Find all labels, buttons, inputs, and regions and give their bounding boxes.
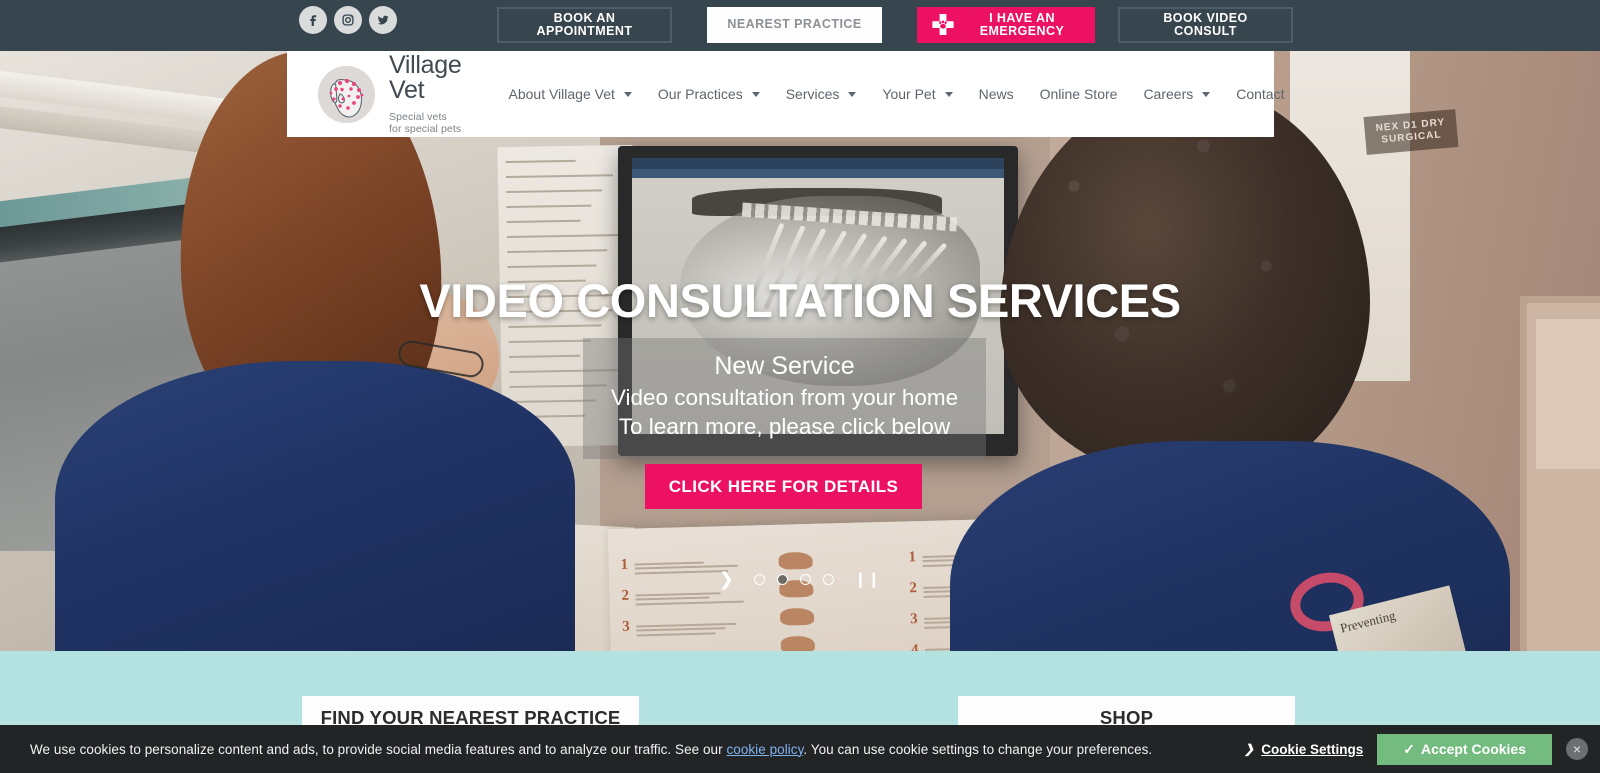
nav-label: Careers (1143, 86, 1194, 102)
slider-pause-icon[interactable]: ❙❙ (854, 570, 881, 588)
hero-cta-button[interactable]: CLICK HERE FOR DETAILS (645, 464, 922, 509)
hero-background-photo: NEX D1 DRY SURGICAL 1 2 3 1 2 3 4 Preven… (0, 51, 1600, 651)
main-navigation: About Village Vet Our Practices Services… (509, 86, 1285, 102)
nav-item-your-pet[interactable]: Your Pet (882, 86, 953, 102)
nav-item-services[interactable]: Services (786, 86, 857, 102)
slider-next-arrow-icon[interactable]: ❯ (719, 570, 734, 588)
facebook-icon[interactable] (299, 6, 327, 34)
cookie-consent-bar: We use cookies to personalize content an… (0, 725, 1600, 773)
cookie-policy-link[interactable]: cookie policy (726, 742, 803, 757)
top-action-buttons: BOOK AN APPOINTMENT NEAREST PRACTICE I H… (497, 7, 1293, 43)
close-icon[interactable]: × (1566, 738, 1588, 760)
nav-item-online-store[interactable]: Online Store (1040, 86, 1118, 102)
twitter-icon[interactable] (369, 6, 397, 34)
emergency-button[interactable]: I HAVE AN EMERGENCY (917, 7, 1095, 43)
slider-dot-3[interactable] (799, 573, 811, 585)
chevron-down-icon (751, 91, 760, 97)
top-utility-bar: BOOK AN APPOINTMENT NEAREST PRACTICE I H… (0, 0, 1600, 51)
accept-cookies-button[interactable]: ✓ Accept Cookies (1377, 733, 1552, 765)
nav-label: Services (785, 86, 840, 102)
cookie-settings-button[interactable]: ❯ Cookie Settings (1244, 742, 1363, 757)
cookie-settings-label: Cookie Settings (1261, 741, 1364, 757)
accept-cookies-label: Accept Cookies (1420, 741, 1526, 757)
check-icon: ✓ (1403, 740, 1415, 757)
instagram-icon[interactable] (334, 6, 362, 34)
cookie-message: We use cookies to personalize content an… (30, 742, 1152, 757)
logo-title: Village Vet (389, 51, 462, 104)
book-appointment-button[interactable]: BOOK AN APPOINTMENT (497, 7, 672, 43)
nav-item-careers[interactable]: Careers (1143, 86, 1211, 102)
logo-tagline: Special vets for special pets (389, 111, 462, 135)
medical-cross-paw-icon (930, 12, 956, 38)
book-video-consult-button[interactable]: BOOK VIDEO CONSULT (1118, 7, 1293, 43)
nav-label: Contact (1236, 86, 1285, 102)
nearest-practice-button[interactable]: NEAREST PRACTICE (707, 7, 882, 43)
social-links (299, 6, 397, 34)
site-header: Village Vet Special vets for special pet… (287, 51, 1284, 137)
slider-dot-2[interactable] (776, 573, 788, 585)
page-root: NEX D1 DRY SURGICAL 1 2 3 1 2 3 4 Preven… (0, 0, 1600, 773)
emergency-label-line2: EMERGENCY (979, 24, 1065, 38)
logo[interactable]: Village Vet Special vets for special pet… (287, 53, 462, 135)
cookie-text-after: . You can use cookie settings to change … (803, 741, 1153, 757)
nav-label: News (978, 86, 1014, 102)
nav-item-news[interactable]: News (979, 86, 1014, 102)
chevron-right-icon: ❯ (1244, 742, 1255, 756)
nav-label: Our Practices (657, 86, 743, 102)
slider-dot-1[interactable] (753, 573, 765, 585)
slider-dot-4[interactable] (822, 573, 834, 585)
hero-scrim (0, 51, 1600, 651)
logo-text: Village Vet Special vets for special pet… (389, 51, 462, 136)
chevron-down-icon (623, 91, 632, 97)
cookie-text-before: We use cookies to personalize content an… (30, 741, 727, 757)
dalmatian-dog-logo-icon (318, 65, 375, 123)
nav-label: Online Store (1039, 86, 1118, 102)
nav-item-our-practices[interactable]: Our Practices (658, 86, 760, 102)
chevron-down-icon (848, 91, 857, 97)
cookie-actions: ❯ Cookie Settings ✓ Accept Cookies × (1244, 733, 1588, 765)
slider-controls: ❯ ❙❙ (0, 570, 1600, 588)
nav-label: Your Pet (882, 86, 936, 102)
chevron-down-icon (944, 91, 953, 97)
nav-item-contact[interactable]: Contact (1236, 86, 1284, 102)
hero-slider: NEX D1 DRY SURGICAL 1 2 3 1 2 3 4 Preven… (0, 51, 1600, 651)
nav-item-about-village-vet[interactable]: About Village Vet (509, 86, 632, 102)
chevron-down-icon (1202, 91, 1211, 97)
nav-label: About Village Vet (508, 86, 615, 102)
